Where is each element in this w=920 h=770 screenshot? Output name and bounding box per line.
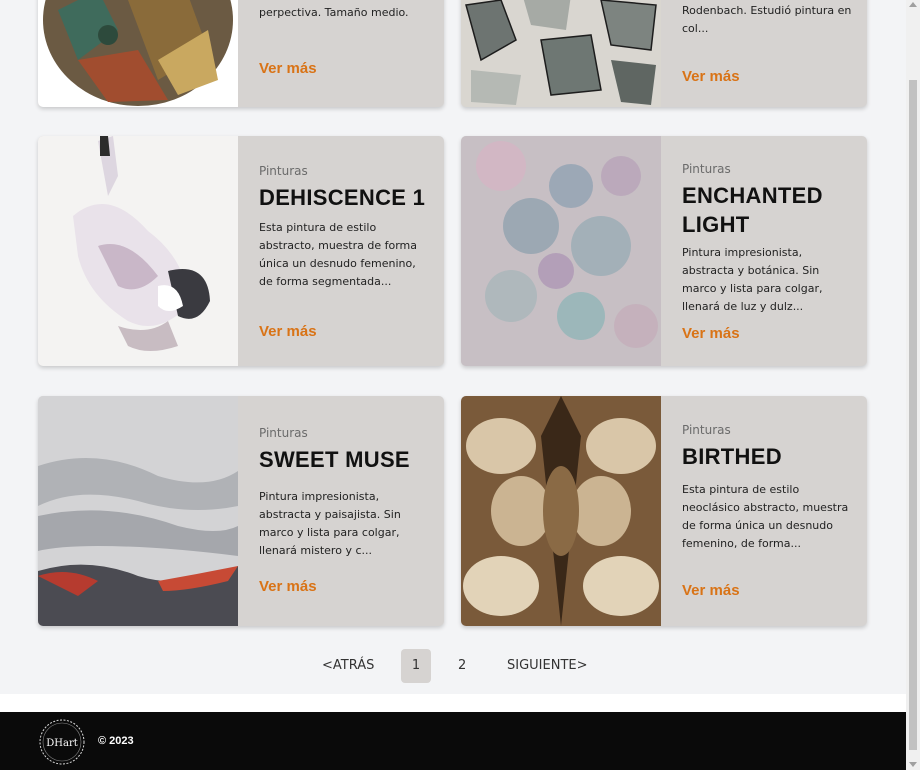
scroll-up-arrow-icon[interactable]: [909, 2, 917, 7]
artwork-card: Frankfurt y, vive y trabaja en Rodenbach…: [461, 0, 867, 107]
see-more-link[interactable]: Ver más: [259, 323, 317, 340]
artwork-title: ENCHANTED LIGHT: [682, 183, 823, 237]
artwork-description: perpectiva. Tamaño medio.: [259, 6, 409, 19]
artwork-image[interactable]: [38, 136, 238, 366]
footer-spacer: [0, 694, 906, 712]
see-more-link[interactable]: Ver más: [682, 582, 740, 599]
scrollbar-thumb[interactable]: [909, 80, 917, 750]
see-more-link[interactable]: Ver más: [259, 578, 317, 595]
pagination-page-2[interactable]: 2: [458, 649, 466, 683]
artwork-card: Pinturas SWEET MUSE Pintura impresionist…: [38, 396, 444, 626]
artwork-title: DEHISCENCE 1: [259, 185, 426, 210]
footer: DHart © 2023: [0, 712, 906, 770]
artwork-description: Esta pintura de estilo abstracto, muestr…: [259, 221, 418, 288]
artwork-image[interactable]: [38, 0, 238, 107]
artwork-description: Pintura impresionista, abstracta y paisa…: [259, 490, 401, 557]
artwork-category: Pinturas: [259, 426, 308, 440]
vertical-scrollbar[interactable]: [906, 0, 920, 770]
page: perpectiva. Tamaño medio. Ver más Frankf…: [0, 0, 906, 770]
artwork-title: BIRTHED: [682, 444, 782, 469]
scroll-down-arrow-icon[interactable]: [909, 762, 917, 767]
artwork-card: Pinturas BIRTHED Esta pintura de estilo …: [461, 396, 867, 626]
artwork-category: Pinturas: [259, 164, 308, 178]
artwork-image[interactable]: [461, 136, 661, 366]
brand-logo[interactable]: DHart: [38, 718, 86, 766]
pagination: <ATRÁS 1 2 SIGUIENTE>: [0, 649, 906, 683]
artwork-image[interactable]: [38, 396, 238, 626]
artwork-image[interactable]: [461, 396, 661, 626]
artwork-image[interactable]: [461, 0, 661, 107]
artwork-description: Frankfurt y, vive y trabaja en Rodenbach…: [682, 4, 852, 35]
artwork-category: Pinturas: [682, 162, 731, 176]
artwork-title: SWEET MUSE: [259, 447, 410, 472]
artwork-card: Pinturas ENCHANTED LIGHT Pintura impresi…: [461, 136, 867, 366]
artwork-description: Esta pintura de estilo neoclásico abstra…: [682, 483, 849, 550]
pagination-page-1[interactable]: 1: [401, 649, 431, 683]
artwork-category: Pinturas: [682, 423, 731, 437]
pagination-prev[interactable]: <ATRÁS: [322, 649, 374, 683]
brand-logo-text: DHart: [46, 738, 78, 749]
pagination-next[interactable]: SIGUIENTE>: [507, 649, 588, 683]
see-more-link[interactable]: Ver más: [259, 60, 317, 77]
artwork-card: perpectiva. Tamaño medio. Ver más: [38, 0, 444, 107]
copyright-text: © 2023: [98, 735, 134, 747]
see-more-link[interactable]: Ver más: [682, 325, 740, 342]
artwork-description: Pintura impresionista, abstracta y botán…: [682, 246, 823, 313]
see-more-link[interactable]: Ver más: [682, 68, 740, 85]
artwork-card: Pinturas DEHISCENCE 1 Esta pintura de es…: [38, 136, 444, 366]
